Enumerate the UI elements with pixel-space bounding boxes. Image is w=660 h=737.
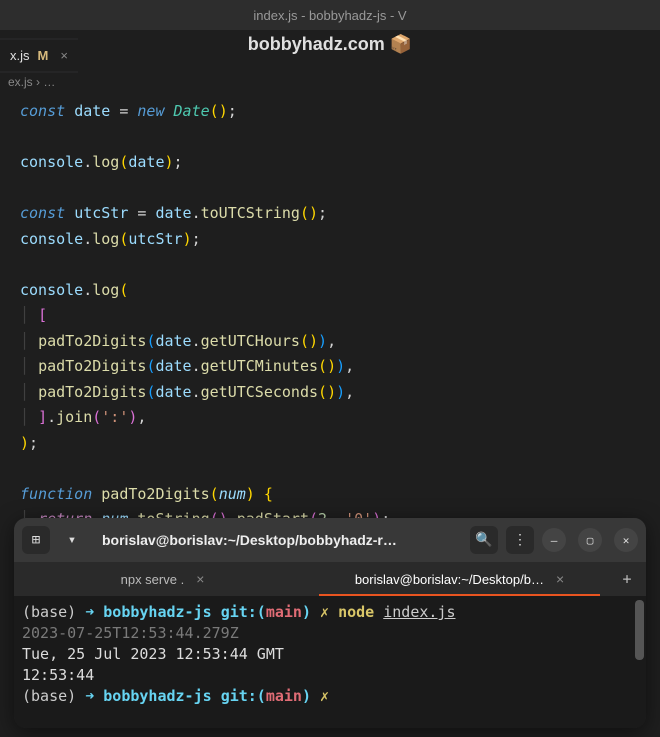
minimize-button[interactable]: — — [542, 528, 566, 552]
close-icon[interactable]: × — [196, 571, 204, 587]
window-title-bar: index.js - bobbyhadz-js - V — [0, 0, 660, 30]
minimize-icon: — — [551, 534, 558, 547]
scrollbar[interactable] — [635, 600, 644, 660]
tab-filename: x.js — [10, 48, 30, 63]
add-tab-button[interactable]: + — [608, 562, 646, 596]
plus-icon: + — [622, 570, 631, 588]
chevron-down-icon: ▾ — [68, 532, 76, 548]
breadcrumb[interactable]: ex.js › … — [0, 71, 660, 93]
menu-button[interactable]: ⋮ — [506, 526, 534, 554]
editor-tab[interactable]: x.js M × — [0, 40, 78, 71]
editor-tab-bar: x.js M × — [0, 38, 78, 73]
maximize-button[interactable]: ▢ — [578, 528, 602, 552]
close-button[interactable]: ✕ — [614, 528, 638, 552]
tab-modified-indicator: M — [38, 48, 49, 63]
terminal-output: 12:53:44 — [22, 665, 638, 686]
terminal-tab-1[interactable]: npx serve . × — [14, 562, 311, 596]
terminal-line: (base) ➜ bobbyhadz-js git:(main) ✗ — [22, 686, 638, 707]
dropdown-button[interactable]: ▾ — [58, 526, 86, 554]
terminal-tab-2[interactable]: borislav@borislav:~/Desktop/b… × — [311, 562, 608, 596]
close-icon[interactable]: × — [60, 48, 68, 63]
new-tab-button[interactable]: ⊞ — [22, 526, 50, 554]
terminal-output: 2023-07-25T12:53:44.279Z — [22, 623, 638, 644]
window-title: index.js - bobbyhadz-js - V — [253, 8, 406, 23]
maximize-icon: ▢ — [587, 534, 594, 547]
terminal-header: ⊞ ▾ borislav@borislav:~/Desktop/bobbyhad… — [14, 518, 646, 562]
terminal-line: (base) ➜ bobbyhadz-js git:(main) ✗ node … — [22, 602, 638, 623]
terminal-output: Tue, 25 Jul 2023 12:53:44 GMT — [22, 644, 638, 665]
close-icon[interactable]: × — [556, 571, 564, 587]
terminal-window: ⊞ ▾ borislav@borislav:~/Desktop/bobbyhad… — [14, 518, 646, 728]
code-editor[interactable]: const date = new Date(); console.log(dat… — [0, 93, 660, 564]
terminal-body[interactable]: (base) ➜ bobbyhadz-js git:(main) ✗ node … — [14, 596, 646, 728]
menu-icon: ⋮ — [513, 532, 527, 548]
plus-icon: ⊞ — [32, 532, 40, 548]
close-icon: ✕ — [623, 534, 630, 547]
terminal-title: borislav@borislav:~/Desktop/bobbyhadz-r… — [94, 532, 462, 548]
search-icon: 🔍 — [475, 532, 492, 548]
watermark: bobbyhadz.com 📦 — [0, 30, 660, 59]
terminal-tab-bar: npx serve . × borislav@borislav:~/Deskto… — [14, 562, 646, 596]
search-button[interactable]: 🔍 — [470, 526, 498, 554]
